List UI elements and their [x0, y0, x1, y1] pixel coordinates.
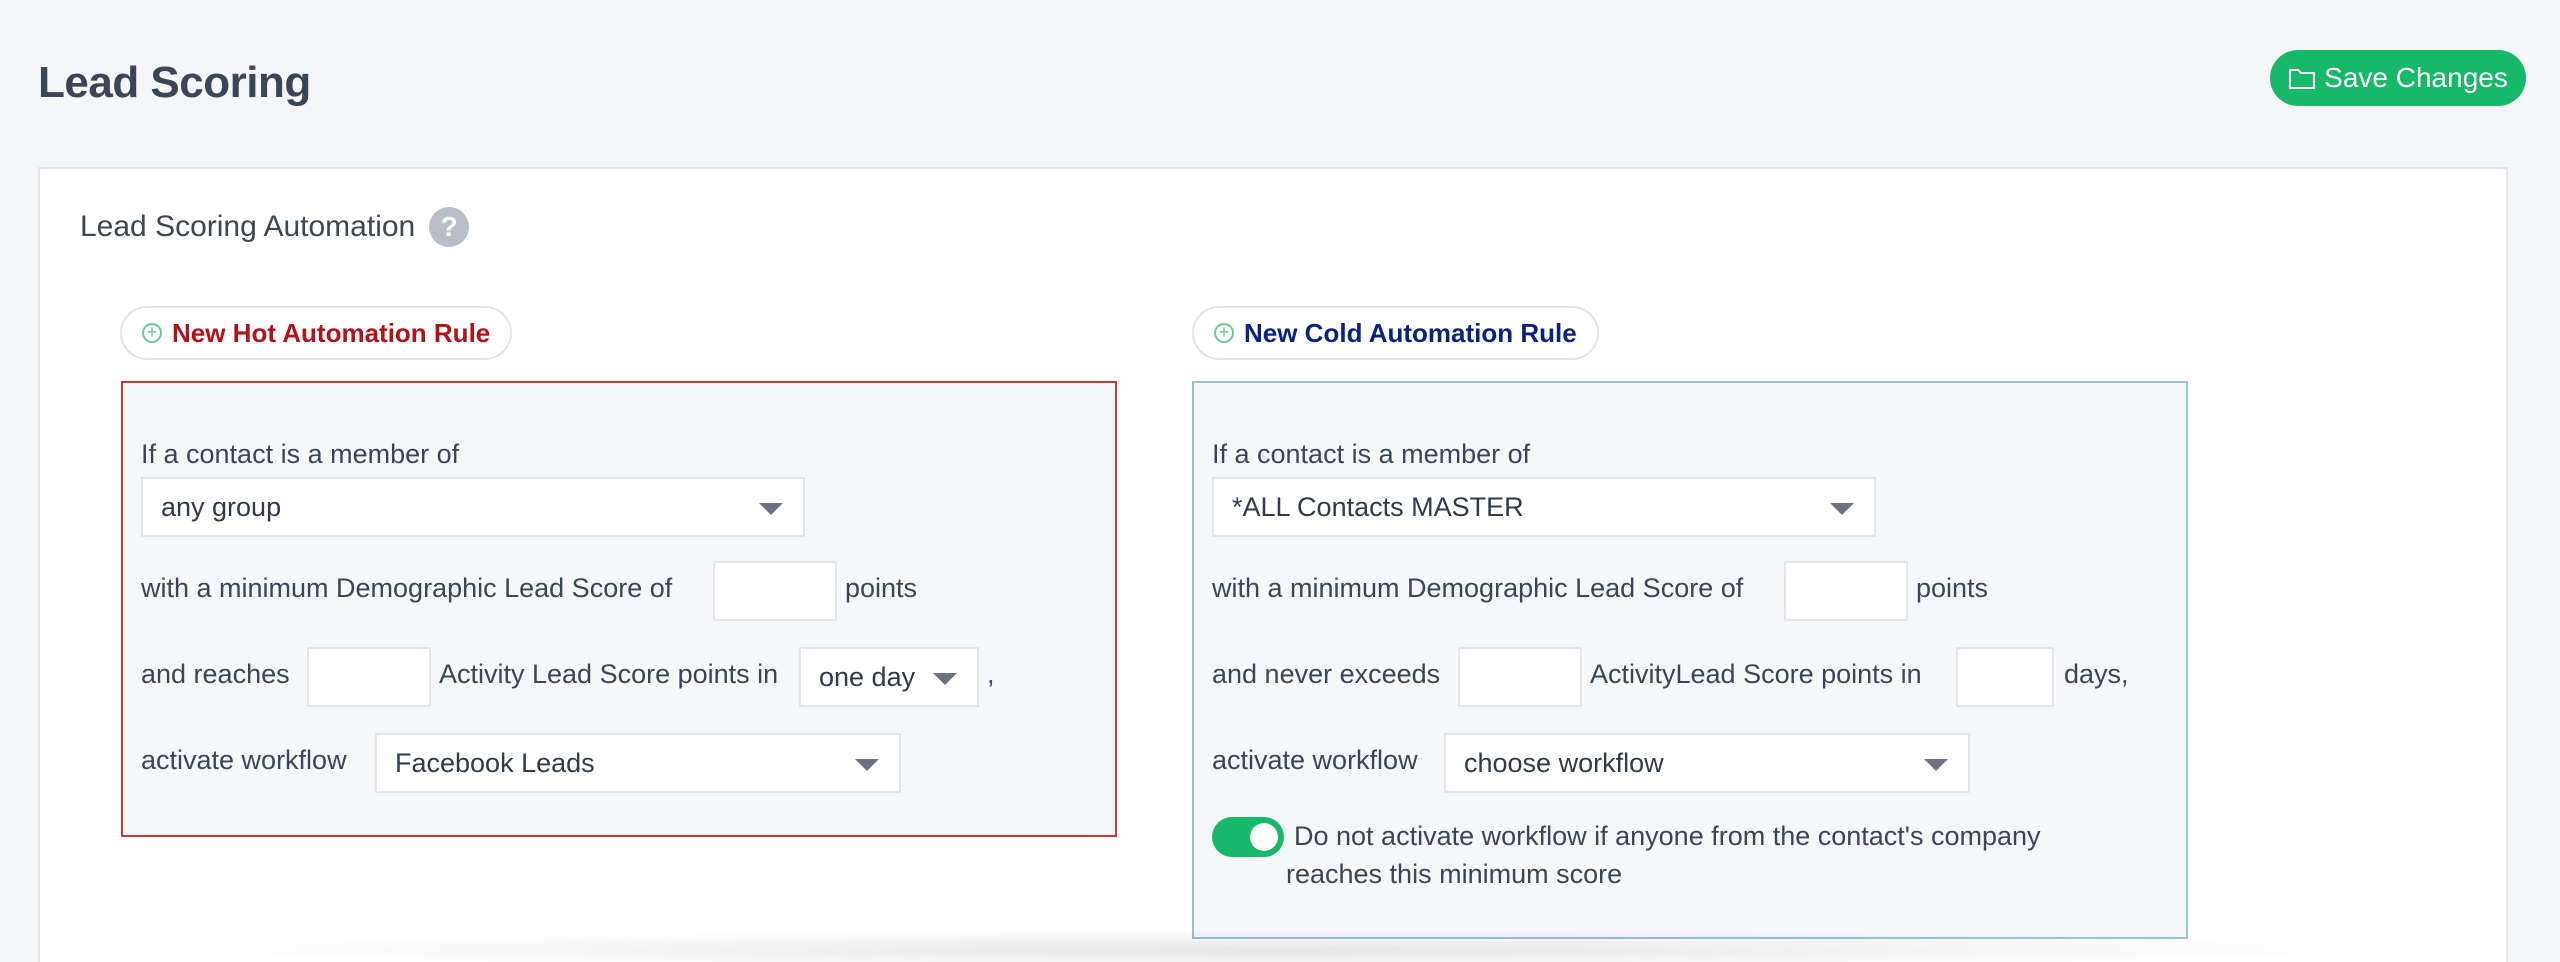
save-changes-button[interactable]: Save Changes: [2270, 50, 2526, 106]
hot-workflow-value: Facebook Leads: [395, 747, 595, 778]
cold-activity-label: ActivityLead Score points in: [1590, 659, 1922, 689]
panel-title: Lead Scoring Automation ?: [80, 207, 470, 247]
caret-down-icon: [1924, 759, 1948, 771]
cold-group-value: *ALL Contacts MASTER: [1232, 491, 1524, 522]
hot-comma: ,: [987, 659, 995, 689]
bottom-shadow: [180, 930, 2380, 962]
lead-scoring-panel: Lead Scoring Automation ? + New Hot Auto…: [38, 167, 2508, 962]
cold-demographic-input[interactable]: [1784, 561, 1908, 621]
hot-reaches-label: and reaches: [141, 659, 290, 689]
hot-workflow-label: activate workflow: [141, 745, 347, 775]
cold-rule-box: If a contact is a member of *ALL Contact…: [1192, 381, 2188, 939]
cold-demographic-label: with a minimum Demographic Lead Score of: [1212, 573, 1744, 603]
page-title: Lead Scoring: [38, 58, 311, 107]
toggle-knob: [1250, 823, 1278, 851]
hot-member-label: If a contact is a member of: [141, 439, 460, 469]
cold-days-input[interactable]: [1956, 647, 2054, 707]
cold-points-label: points: [1916, 573, 1989, 603]
caret-down-icon: [933, 673, 957, 685]
cold-group-select[interactable]: *ALL Contacts MASTER: [1212, 477, 1876, 537]
cold-activity-input[interactable]: [1458, 647, 1582, 707]
new-cold-rule-label: New Cold Automation Rule: [1244, 317, 1577, 348]
save-changes-label: Save Changes: [2324, 62, 2508, 93]
caret-down-icon: [1830, 503, 1854, 515]
company-score-toggle[interactable]: [1212, 817, 1284, 857]
hot-period-value: one day: [819, 661, 916, 692]
help-icon[interactable]: ?: [429, 207, 470, 247]
cold-workflow-label: activate workflow: [1212, 745, 1418, 775]
cold-workflow-select[interactable]: choose workflow: [1444, 733, 1970, 793]
hot-activity-label: Activity Lead Score points in: [439, 659, 779, 689]
hot-demographic-label: with a minimum Demographic Lead Score of: [141, 573, 673, 603]
hot-workflow-select[interactable]: Facebook Leads: [375, 733, 901, 793]
caret-down-icon: [759, 503, 783, 515]
hot-group-value: any group: [161, 491, 282, 522]
plus-circle-icon: +: [1214, 323, 1234, 343]
folder-icon: [2289, 69, 2316, 89]
hot-demographic-input[interactable]: [713, 561, 837, 621]
hot-period-select[interactable]: one day: [799, 647, 979, 707]
new-cold-rule-button[interactable]: + New Cold Automation Rule: [1192, 306, 1599, 360]
toggle-text-line1: Do not activate workflow if anyone from …: [1294, 821, 2041, 851]
panel-title-text: Lead Scoring Automation: [80, 210, 416, 243]
hot-activity-input[interactable]: [307, 647, 431, 707]
plus-circle-icon: +: [142, 323, 162, 343]
new-hot-rule-button[interactable]: + New Hot Automation Rule: [120, 306, 513, 360]
hot-rule-box: If a contact is a member of any group wi…: [121, 381, 1117, 837]
cold-exceeds-label: and never exceeds: [1212, 659, 1441, 689]
cold-days-label: days,: [2064, 659, 2129, 689]
cold-workflow-value: choose workflow: [1464, 747, 1664, 778]
cold-member-label: If a contact is a member of: [1212, 439, 1531, 469]
hot-group-select[interactable]: any group: [141, 477, 805, 537]
toggle-text-line2: reaches this minimum score: [1286, 859, 1623, 889]
caret-down-icon: [855, 759, 879, 771]
hot-points-label: points: [845, 573, 918, 603]
new-hot-rule-label: New Hot Automation Rule: [172, 317, 491, 348]
